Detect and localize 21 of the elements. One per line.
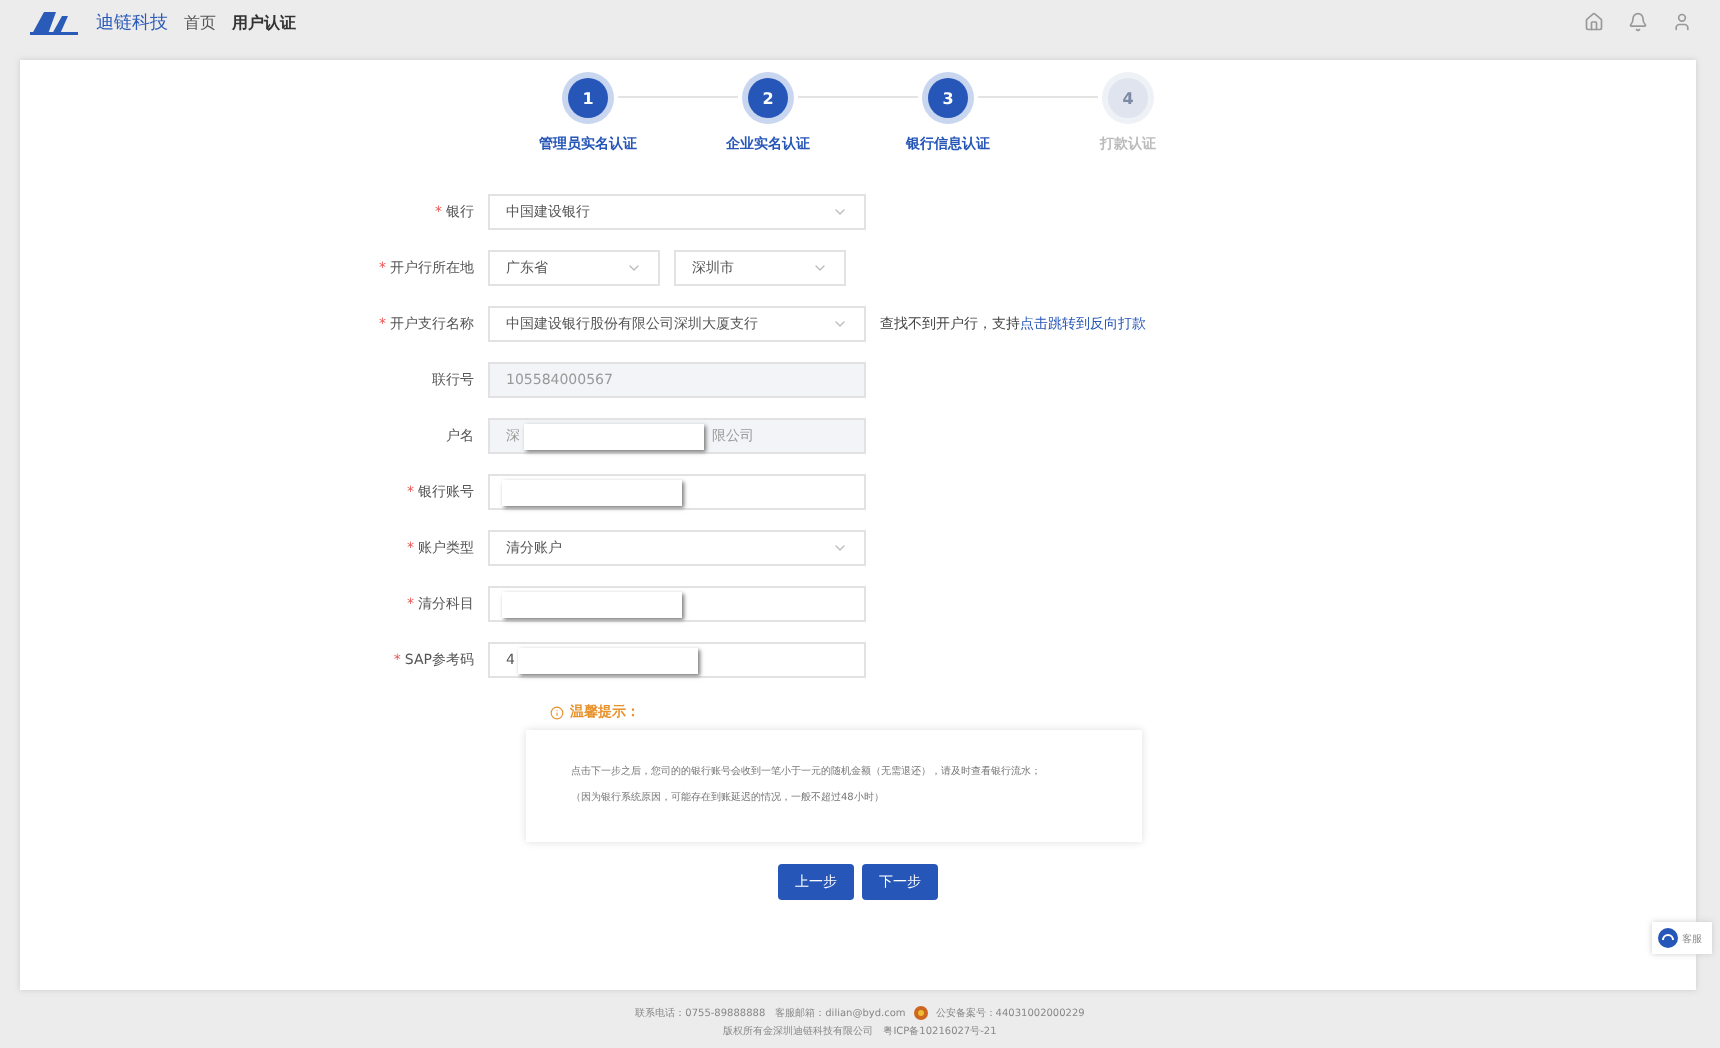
home-icon[interactable]	[1584, 12, 1604, 32]
emblem-icon	[913, 1006, 928, 1020]
step-circle: 1	[568, 78, 608, 118]
chevron-down-icon	[626, 260, 642, 276]
chevron-down-icon	[812, 260, 828, 276]
brand-name: 迪链科技	[96, 11, 168, 35]
nav-link[interactable]: 首页	[184, 11, 216, 33]
info-icon	[550, 705, 564, 719]
chevron-down-icon	[832, 316, 848, 332]
user-icon[interactable]	[1672, 12, 1692, 32]
chevron-down-icon	[832, 204, 848, 220]
chevron-down-icon	[832, 540, 848, 556]
logo-icon	[28, 8, 80, 36]
step-circle: 3	[928, 78, 968, 118]
input-field[interactable]	[488, 474, 866, 510]
bell-icon[interactable]	[1628, 12, 1648, 32]
input-field[interactable]	[488, 586, 866, 622]
step-circle: 2	[748, 78, 788, 118]
step-circle: 4	[1108, 78, 1148, 118]
headset-icon	[1658, 928, 1678, 948]
nav-link[interactable]: 用户认证	[232, 11, 296, 33]
